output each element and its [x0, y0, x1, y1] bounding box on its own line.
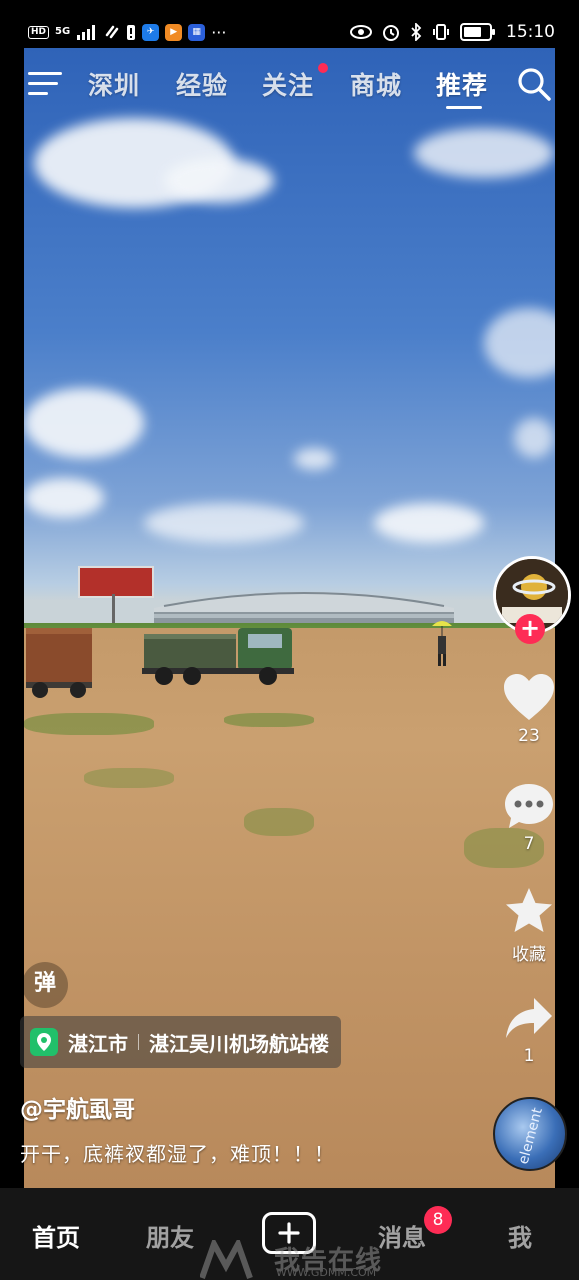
dump-truck-left [26, 628, 92, 698]
worker-with-umbrella [432, 621, 452, 666]
cloud [514, 418, 554, 458]
app-notification-icon: ✈ [142, 23, 160, 41]
clock: 15:10 [506, 22, 555, 42]
danmu-toggle-button[interactable]: 弹 [22, 962, 68, 1008]
star-favorite-icon[interactable] [504, 886, 554, 934]
location-tag[interactable]: 湛江市 湛江吴川机场航站楼 [20, 1016, 341, 1068]
comment-icon[interactable] [503, 782, 555, 830]
tab-shenzhen[interactable]: 深圳 [88, 66, 140, 102]
active-tab-indicator [446, 106, 482, 109]
cloud [24, 478, 104, 518]
nav-home[interactable]: 首页 [32, 1218, 80, 1253]
bluetooth-icon [411, 23, 422, 41]
network-indicator: 5G [55, 26, 71, 37]
app-notification-icon: ▦ [188, 23, 206, 41]
billboard [78, 566, 154, 598]
cloud [24, 388, 144, 458]
grass-patch [224, 713, 314, 727]
watermark-url: WWW.GDMM.COM [276, 1266, 377, 1279]
hd-indicator: HD [28, 25, 50, 39]
comment-count: 7 [523, 834, 535, 854]
tab-mall[interactable]: 商城 [350, 66, 402, 102]
menu-icon[interactable] [28, 72, 62, 100]
alarm-icon [383, 25, 399, 41]
airport-terminal [154, 592, 454, 626]
message-badge: 8 [424, 1206, 452, 1234]
music-disc-icon[interactable]: element [493, 1097, 567, 1171]
link-icon [105, 25, 119, 39]
location-pin-icon [30, 1028, 58, 1056]
location-place: 湛江吴川机场航站楼 [149, 1031, 329, 1056]
cloud [294, 448, 334, 470]
watermark-logo-icon [200, 1240, 253, 1279]
grass-patch [24, 713, 154, 735]
follow-button[interactable]: + [515, 614, 545, 644]
favorite-label: 收藏 [512, 945, 546, 965]
app-notification-icon: ▶ [165, 23, 183, 41]
battery-icon [460, 23, 495, 41]
location-city: 湛江市 [68, 1031, 128, 1056]
phone-alert-icon [127, 24, 136, 40]
new-content-dot [318, 63, 328, 73]
location-divider [138, 1034, 139, 1050]
site-watermark: 我告在线 WWW.GDMM.COM [200, 1240, 400, 1280]
cloud [144, 503, 304, 543]
cloud [164, 158, 274, 203]
tab-experience[interactable]: 经验 [176, 66, 228, 102]
cloud [414, 128, 554, 178]
vibrate-icon [433, 24, 449, 40]
cloud [484, 308, 555, 378]
grass-patch [244, 808, 314, 836]
share-arrow-icon[interactable] [504, 996, 554, 1040]
like-count: 23 [518, 726, 540, 746]
nav-me[interactable]: 我 [508, 1218, 532, 1253]
like-heart-icon[interactable] [502, 672, 556, 722]
dump-truck-green [142, 628, 294, 685]
search-icon[interactable] [516, 66, 552, 102]
music-disc-text: element [515, 1106, 546, 1167]
video-caption: 开干，底裤衩都湿了，难顶！！！ [20, 1142, 335, 1166]
author-name[interactable]: @宇航虱哥 [20, 1090, 135, 1124]
tab-following[interactable]: 关注 [262, 66, 314, 102]
tab-recommend[interactable]: 推荐 [436, 66, 488, 102]
share-count: 1 [523, 1046, 535, 1066]
nav-friends[interactable]: 朋友 [146, 1218, 194, 1253]
more-notifications-icon: ··· [211, 22, 227, 42]
cloud [374, 503, 484, 543]
eye-icon [350, 25, 372, 39]
grass-patch [84, 768, 174, 788]
signal-icon [77, 25, 96, 40]
